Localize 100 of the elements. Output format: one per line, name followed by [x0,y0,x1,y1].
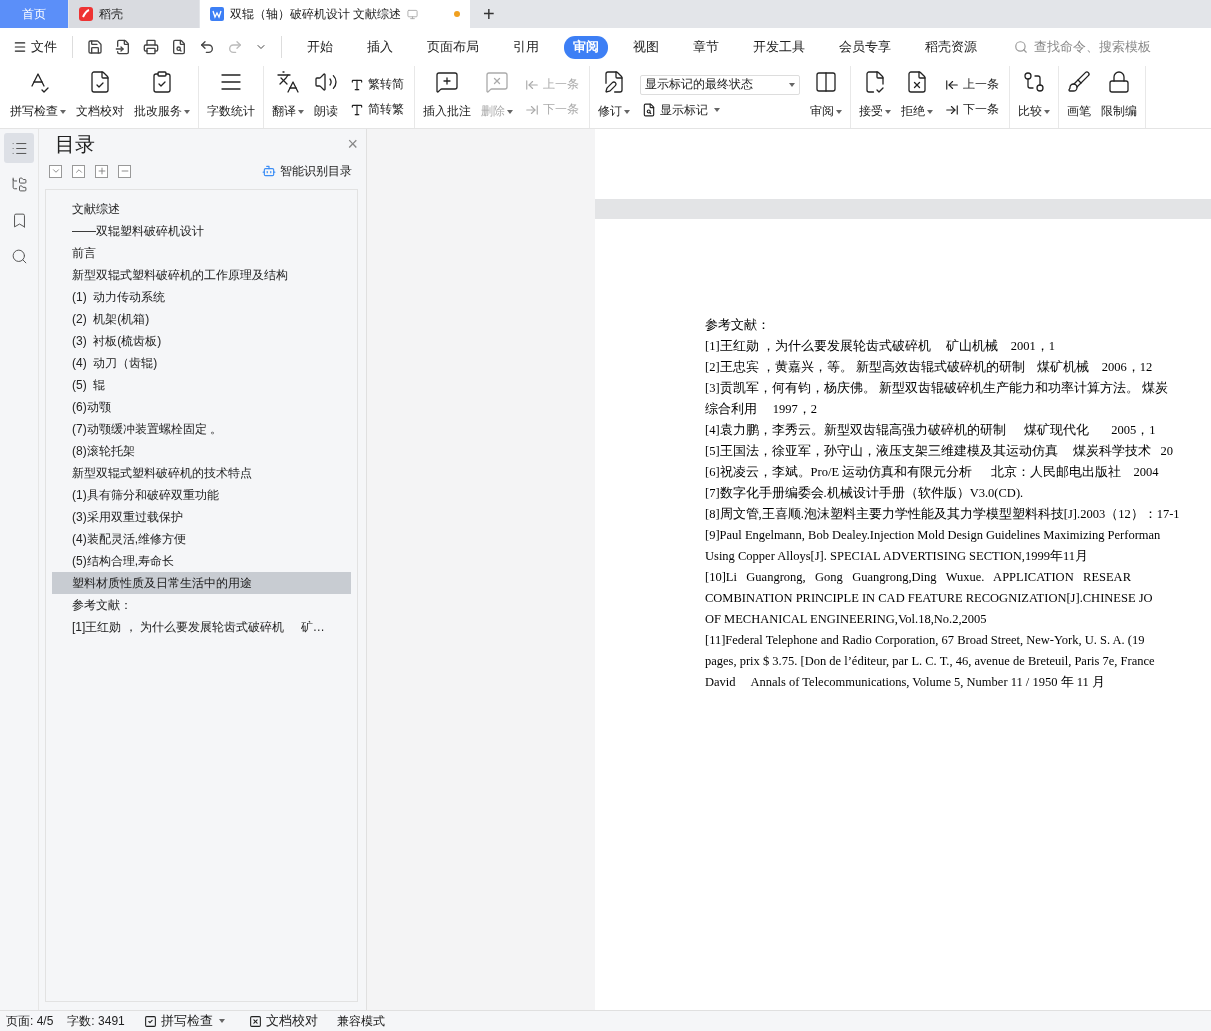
toc-item[interactable]: (5) 辊 [52,374,351,396]
checkbox-icon [143,1014,157,1028]
toc-item[interactable]: 文献综述 [52,198,351,220]
ribbon-button[interactable]: 接受 [855,66,895,128]
ribbon-button[interactable]: 限制编 [1097,66,1141,128]
document-text-line: Using Copper Alloys[J]. SPECIAL ADVERTISING SECTION,1999年11月 [705,548,1089,565]
ribbon-button[interactable]: 拼写检查 [6,66,70,128]
toc-item[interactable]: 塑料材质性质及日常生活中的用途 [52,572,351,594]
ribbon-button[interactable]: 文档校对 [72,66,128,128]
spell-check-button[interactable]: 拼写检查 [138,1009,230,1031]
document-text-line: [3]贡凯军，何有钧，杨庆佛。 新型双齿辊破碎机生产能力和功率计算方法。 煤炭 [705,380,1169,397]
caret-icon [507,109,513,114]
compat-mode-label: 兼容模式 [336,1012,385,1030]
toc-item[interactable]: (6)动颚 [52,396,351,418]
ribbon-button[interactable]: 审阅 [806,66,846,128]
ribbon-button[interactable]: 插入批注 [419,66,475,128]
toc-item[interactable]: (4)装配灵活,维修方便 [52,528,351,550]
menu-icon [13,40,27,54]
ribbon-tab[interactable]: 视图 [624,35,668,59]
toc-item[interactable]: 前言 [52,242,351,264]
document-pen-icon [602,70,626,94]
plus-icon[interactable] [95,164,108,178]
ribbon-button[interactable]: 比较 [1014,66,1054,128]
outline-icon[interactable] [4,133,34,163]
page-count: 页面: 4/5 [6,1012,54,1030]
compare-icon [1022,70,1046,94]
document-text-line: [1]王红勋 ，为什么要发展轮齿式破碎机 矿山机械 2001，1 [705,338,1057,355]
ribbon-button[interactable]: 画笔 [1063,66,1095,128]
toc-item[interactable]: (1)具有筛分和破碎双重功能 [52,484,351,506]
document-text-line: [9]Paul Engelmann, Bob Dealey.Injection Mold Design Guidelines Maximizing Performan [705,527,1162,544]
toc-item[interactable]: (1) 动力传动系统 [52,286,351,308]
document-text-line: 参考文献： [705,317,771,334]
ribbon-button[interactable]: 拒绝 [897,66,937,128]
arrow-right-icon [525,102,539,117]
expand-icon[interactable] [49,164,62,178]
ribbon-tab[interactable]: 插入 [358,35,402,59]
minus-icon[interactable] [118,164,131,178]
brush-icon [1067,70,1091,94]
caret-icon [624,109,630,114]
proofread-button[interactable]: 文档校对 [243,1009,323,1031]
new-tab-button[interactable]: + [471,0,507,28]
ribbon-button[interactable]: 字数统计 [203,66,259,128]
toc-item[interactable]: (2) 机架(机箱) [52,308,351,330]
toc-item[interactable]: (7)动颚缓冲装置螺栓固定 。 [52,418,351,440]
toc-item[interactable]: [1]王红勋 ， 为什么要发展轮齿式破碎机 矿… [52,616,351,638]
document-text-line: COMBINATION PRINCIPLE IN CAD FEATURE RECOGNIZATION[J].CHINESE JO [705,590,1154,607]
monitor-icon [407,8,419,20]
text-icon [350,77,364,92]
toc-item[interactable]: ——双辊塑料破碎机设计 [52,220,351,242]
toc-item[interactable]: 新型双辊式塑料破碎机的技术特点 [52,462,351,484]
ribbon-button[interactable]: 简转繁 [348,100,406,119]
ribbon-button[interactable]: 朗读 [310,66,342,128]
ribbon-button[interactable]: 上一条 [943,75,1001,94]
collapse-icon[interactable] [72,164,85,178]
toc-item[interactable]: (4) 动刀（齿辊) [52,352,351,374]
caret-icon [1044,109,1050,114]
word-count: 字数: 3491 [67,1012,125,1030]
document-tab[interactable]: 双辊（轴）破碎机设计 文献综述 [200,0,470,28]
ribbon-tab[interactable]: 会员专享 [830,35,900,59]
file-menu[interactable]: 文件 [8,35,62,59]
caret-icon [789,82,795,87]
toc-item[interactable]: (8)滚轮托架 [52,440,351,462]
ribbon-button[interactable]: 修订 [594,66,634,128]
columns-icon [814,70,838,94]
search-icon [1014,40,1028,54]
smart-toc-button[interactable]: 智能识别目录 [256,161,358,181]
translate-icon [276,70,300,94]
document-text-line: [6]祝凌云，李斌。Pro/E 运动仿真和有限元分析 北京：人民邮电出版社 2004 [705,464,1160,481]
document-text-line: pages, prix $ 3.75. [Don de l’éditeur, par L. C. T., 46, avenue de Breteuil, Paris 7e, France [705,653,1156,670]
toc-item[interactable]: 新型双辊式塑料破碎机的工作原理及结构 [52,264,351,286]
document-tab[interactable]: 稻壳 [69,0,199,28]
toc-item[interactable]: 参考文献： [52,594,351,616]
ribbon-tab[interactable]: 开发工具 [744,35,814,59]
ribbon-button[interactable]: 繁转简 [348,75,406,94]
ribbon-tab[interactable]: 引用 [504,35,548,59]
caret-icon [298,109,304,114]
ribbon-tab[interactable]: 开始 [298,35,342,59]
markup-select[interactable]: 显示标记的最终状态 [640,74,800,95]
document-text-line: [2]王忠宾 ，黄嘉兴，等。 新型高效齿辊式破碎机的研制 煤矿机械 2006，12 [705,359,1154,376]
ribbon-tab[interactable]: 页面布局 [418,35,488,59]
arrow-left-icon [525,77,539,92]
ribbon-button[interactable]: 翻译 [268,66,308,128]
ribbon-tab[interactable]: 稻壳资源 [916,35,986,59]
ribbon-button[interactable]: 批改服务 [130,66,194,128]
ribbon-button[interactable]: 下一条 [943,100,1001,119]
text-icon [350,102,364,117]
document-check-icon [863,70,887,94]
speaker-icon [314,70,338,94]
ribbon-button[interactable]: 显示标记 [640,100,800,120]
ribbon-tab[interactable]: 审阅 [564,35,608,59]
toc-item[interactable]: (3)采用双重过载保护 [52,506,351,528]
arrow-right-icon [945,102,959,117]
robot-icon [262,164,276,178]
toc-item[interactable]: (5)结构合理,寿命长 [52,550,351,572]
toc-item[interactable]: (3) 衬板(梳齿板) [52,330,351,352]
ribbon-tab[interactable]: 章节 [684,35,728,59]
caret-icon [836,109,842,114]
document-text-line: [5]王国法，徐亚军，孙守山，液压支架三维建模及其运动仿真 煤炭科学技术 20 [705,443,1175,460]
document-search-icon [642,103,656,117]
document-text-line: [4]袁力鹏，李秀云。新型双齿辊高强力破碎机的研制 煤矿现代化 2005，1 [705,422,1157,439]
